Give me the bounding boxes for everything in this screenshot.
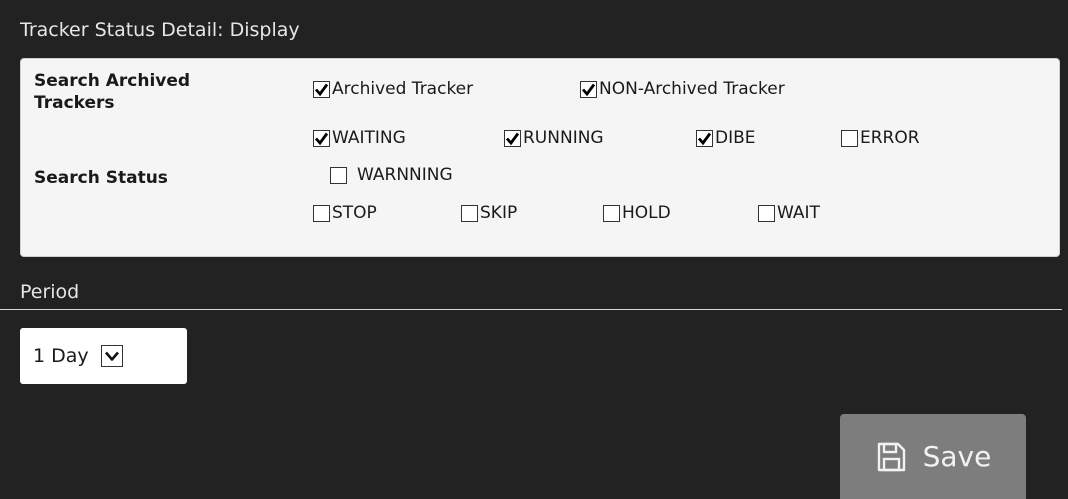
error-checkbox[interactable]: ERROR [841,128,920,148]
period-select-value: 1 Day [33,345,89,367]
checkmark-icon [314,83,329,96]
save-button-label: Save [922,440,992,473]
checkmark-icon [505,132,520,145]
search-filter-panel: Search Archived Trackers Archived Tracke… [20,58,1060,257]
checkbox-label: ERROR [860,128,920,148]
save-button[interactable]: Save [840,414,1026,499]
hold-checkbox[interactable]: HOLD [603,203,671,223]
warnning-checkbox[interactable]: WARNNING [330,165,453,185]
dibe-checkbox[interactable]: DIBE [696,128,756,148]
waiting-checkbox[interactable]: WAITING [313,128,406,148]
checkbox-label: WARNNING [357,165,453,185]
checkbox-label: NON-Archived Tracker [599,79,785,99]
chevron-down-icon[interactable] [100,345,123,367]
floppy-disk-icon [875,441,907,473]
period-heading: Period [20,281,80,303]
wait-checkbox[interactable]: WAIT [758,203,820,223]
checkmark-icon [314,132,329,145]
checkbox-label: RUNNING [523,128,604,148]
checkbox-box[interactable] [504,129,521,147]
period-select[interactable]: 1 Day [20,328,187,384]
archived-tracker-checkbox[interactable]: Archived Tracker [313,79,473,99]
period-divider [0,309,1062,310]
checkmark-icon [581,83,596,96]
running-checkbox[interactable]: RUNNING [504,128,604,148]
checkbox-label: WAIT [777,203,820,223]
checkbox-box[interactable] [696,129,713,147]
checkbox-box[interactable] [313,80,330,98]
checkbox-label: HOLD [622,203,671,223]
search-status-label: Search Status [34,168,168,188]
checkbox-label: Archived Tracker [332,79,474,99]
skip-checkbox[interactable]: SKIP [461,203,517,223]
checkbox-box[interactable] [758,204,775,222]
checkmark-icon [697,132,712,145]
checkbox-box[interactable] [330,166,347,184]
non-archived-tracker-checkbox[interactable]: NON-Archived Tracker [580,79,785,99]
checkbox-box[interactable] [841,129,858,147]
checkbox-label: STOP [332,203,377,223]
stop-checkbox[interactable]: STOP [313,203,377,223]
checkbox-label: WAITING [332,128,406,148]
page-title: Tracker Status Detail: Display [20,19,300,41]
checkbox-box[interactable] [603,204,620,222]
checkbox-box[interactable] [461,204,478,222]
search-archived-label: Search Archived Trackers [34,71,191,113]
checkbox-box[interactable] [313,129,330,147]
checkbox-box[interactable] [313,204,330,222]
checkbox-box[interactable] [580,80,597,98]
checkbox-label: DIBE [715,128,756,148]
checkbox-label: SKIP [480,203,518,223]
